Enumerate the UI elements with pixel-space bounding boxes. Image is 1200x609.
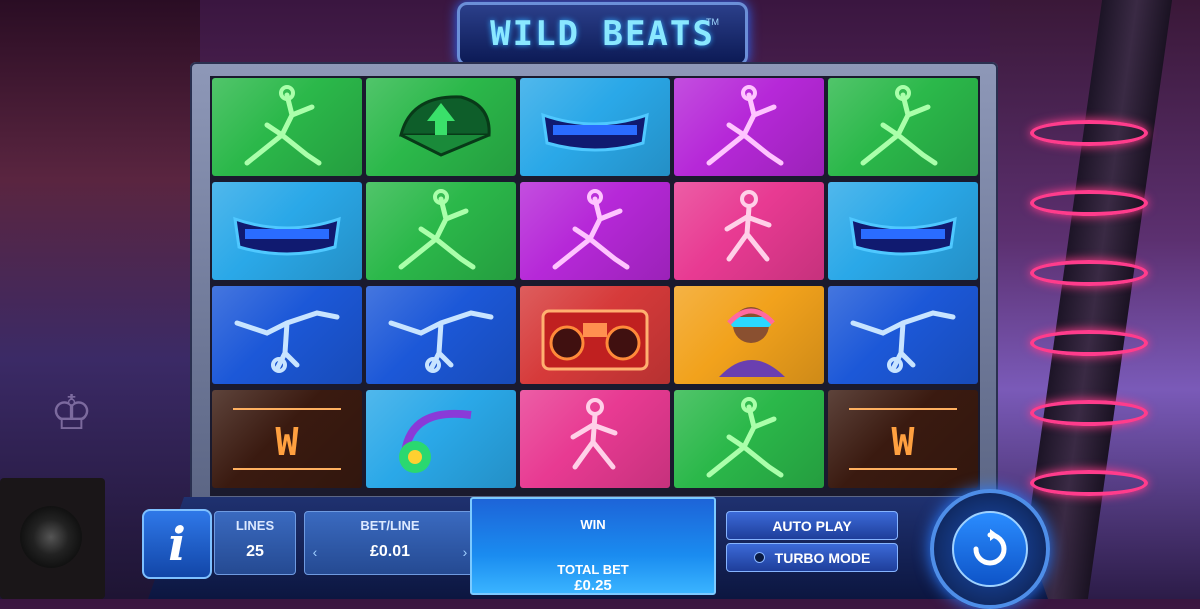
- reel-symbol-wild: W: [212, 390, 362, 488]
- wild-icon: W: [233, 408, 341, 470]
- chevron-left-icon[interactable]: ‹: [307, 532, 323, 572]
- svg-text:W: W: [276, 420, 299, 464]
- lines-label: LINES: [235, 518, 275, 533]
- win-display: WIN TOTAL BET £0.25: [470, 497, 716, 595]
- dj-character-icon: [719, 307, 785, 377]
- reel-symbol-breakdancer-blue: [212, 286, 362, 384]
- neon-ring: [1030, 330, 1148, 356]
- neon-ring: [1030, 120, 1148, 146]
- control-panel: i LINES 25 ‹ BET/LINE £0.01 › WIN TOTAL …: [142, 489, 1050, 609]
- bet-line-value: £0.01: [369, 543, 411, 560]
- glasses-blue-icon: [849, 216, 957, 256]
- speaker-cone: [20, 506, 82, 568]
- breakdancer-blue-icon: [388, 310, 494, 373]
- reel-symbol-breakdancer-green: [674, 390, 824, 488]
- reel-symbol-breakdancer-magenta: [520, 182, 670, 280]
- reel-symbol-dj-character: [674, 286, 824, 384]
- win-label: WIN: [580, 517, 606, 532]
- reel-symbol-breakdancer-green: [366, 182, 516, 280]
- reel-symbol-headphones: [366, 390, 516, 488]
- auto-play-button[interactable]: AUTO PLAY: [726, 511, 898, 540]
- reel-symbol-dancer-pink: [674, 182, 824, 280]
- game-logo: WILD BEATS TM: [457, 2, 748, 66]
- breakdancer-green-icon: [706, 397, 784, 478]
- reel-symbol-breakdancer-blue: [828, 286, 978, 384]
- info-button[interactable]: i: [142, 509, 212, 579]
- reel-symbol-breakdancer-green: [212, 78, 362, 176]
- bet-line-selector: ‹ BET/LINE £0.01 ›: [304, 511, 476, 575]
- lines-value: 25: [246, 543, 264, 560]
- boombox-icon: [541, 309, 649, 371]
- neon-ring: [1030, 260, 1148, 286]
- reel-symbol-breakdancer-blue: [366, 286, 516, 384]
- lines-display: LINES 25: [214, 511, 296, 575]
- total-bet-label: TOTAL BET: [557, 562, 629, 577]
- reel-symbol-glasses-blue: [212, 182, 362, 280]
- cap-green-icon: [399, 95, 491, 157]
- spin-button[interactable]: [930, 489, 1050, 609]
- turbo-mode-label: TURBO MODE: [774, 549, 871, 566]
- breakdancer-blue-icon: [234, 310, 340, 373]
- crown-graffiti-icon: ♔: [50, 387, 94, 440]
- dancer-pink-icon: [570, 398, 618, 470]
- breakdancer-blue-icon: [850, 310, 956, 373]
- neon-ring: [1030, 470, 1148, 496]
- turbo-mode-button[interactable]: TURBO MODE: [726, 543, 898, 572]
- glasses-blue-icon: [541, 112, 649, 152]
- reel-symbol-wild: W: [828, 390, 978, 488]
- auto-play-label: AUTO PLAY: [772, 517, 852, 534]
- breakdancer-green-icon: [244, 85, 322, 166]
- breakdancer-magenta-icon: [706, 85, 784, 166]
- dancer-pink-icon: [724, 190, 772, 262]
- neon-ring: [1030, 400, 1148, 426]
- reel-symbol-cap-green: [366, 78, 516, 176]
- reel-symbol-breakdancer-magenta: [674, 78, 824, 176]
- svg-text:W: W: [892, 420, 915, 464]
- neon-ring: [1030, 190, 1148, 216]
- logo-text: WILD BEATS: [490, 14, 715, 54]
- reel-symbol-boombox: [520, 286, 670, 384]
- spin-arrow-icon: [952, 511, 1028, 587]
- headphones-icon: [399, 409, 472, 473]
- wild-icon: W: [849, 408, 957, 470]
- breakdancer-green-icon: [398, 189, 476, 270]
- breakdancer-green-icon: [860, 85, 938, 166]
- reel-grid: WW: [210, 76, 980, 496]
- reel-symbol-glasses-blue: [828, 182, 978, 280]
- total-bet-value: £0.25: [574, 577, 612, 594]
- bet-line-label: BET/LINE: [360, 518, 420, 533]
- turbo-indicator-icon: [753, 552, 765, 563]
- speaker-decoration: [0, 478, 105, 599]
- breakdancer-magenta-icon: [552, 189, 630, 270]
- reel-symbol-breakdancer-green: [828, 78, 978, 176]
- glasses-blue-icon: [233, 216, 341, 256]
- reel-symbol-glasses-blue: [520, 78, 670, 176]
- info-icon: i: [168, 517, 186, 571]
- logo-trademark: TM: [706, 17, 719, 27]
- reel-symbol-dancer-pink: [520, 390, 670, 488]
